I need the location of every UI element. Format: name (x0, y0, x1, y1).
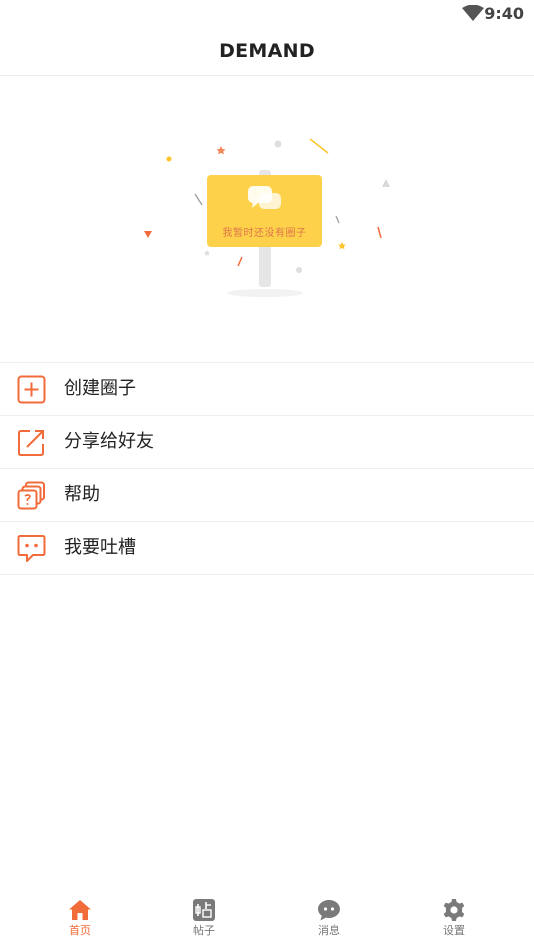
add-box-icon (17, 375, 46, 404)
menu-item-create-circle[interactable]: 创建圈子 (0, 363, 534, 416)
menu-item-help[interactable]: 帮助 (0, 469, 534, 522)
tab-messages[interactable]: 消息 (299, 887, 359, 949)
help-stack-icon (17, 481, 45, 510)
status-time: 9:40 (484, 4, 524, 23)
empty-state-illustration: 我暂时还没有圈子 (130, 120, 410, 310)
tab-posts[interactable]: 帖子 (174, 887, 234, 949)
tab-label: 帖子 (193, 924, 215, 937)
empty-state-sign: 我暂时还没有圈子 (207, 175, 322, 247)
menu-item-label: 分享给好友 (64, 431, 154, 452)
share-external-icon (18, 430, 44, 456)
menu-item-share[interactable]: 分享给好友 (0, 416, 534, 469)
settings-gear-icon (443, 899, 465, 921)
empty-state-text: 我暂时还没有圈子 (222, 228, 307, 239)
menu-item-label: 我要吐槽 (64, 537, 136, 558)
menu-item-label: 帮助 (64, 484, 100, 505)
bottom-tab-bar: 首页 帖子 消息 设置 (0, 887, 534, 949)
menu-item-label: 创建圈子 (64, 378, 136, 399)
app-bar: DEMAND (0, 28, 534, 76)
tab-label: 消息 (318, 924, 340, 937)
tab-settings[interactable]: 设置 (424, 887, 484, 949)
chat-bubbles-icon (248, 186, 281, 209)
tab-label: 设置 (443, 924, 465, 937)
menu-item-feedback[interactable]: 我要吐槽 (0, 522, 534, 575)
tab-home[interactable]: 首页 (50, 887, 110, 949)
menu-list: 创建圈子 分享给好友 帮助 我要吐槽 (0, 362, 534, 575)
feedback-chat-icon (17, 535, 46, 562)
tab-label: 首页 (69, 924, 91, 937)
post-icon (193, 899, 215, 921)
page-title: DEMAND (219, 40, 315, 62)
status-bar: 9:40 (0, 0, 534, 28)
message-icon (318, 900, 340, 921)
home-icon (69, 900, 91, 920)
wifi-icon (462, 5, 484, 21)
